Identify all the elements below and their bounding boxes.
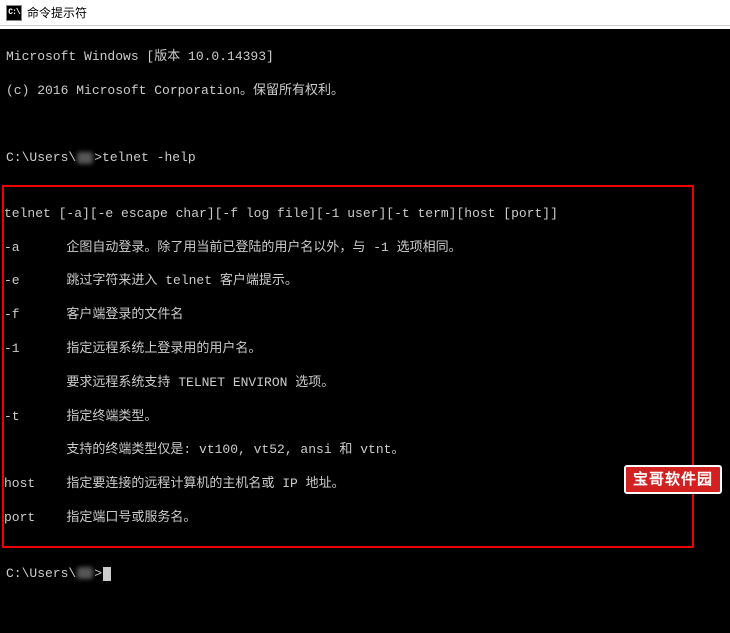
command-text: telnet -help (102, 150, 196, 165)
copyright-line: (c) 2016 Microsoft Corporation。保留所有权利。 (6, 83, 724, 100)
help-opt-1b: 要求远程系统支持 TELNET ENVIRON 选项。 (4, 375, 692, 392)
cmd-icon: C:\ (6, 5, 22, 21)
help-usage: telnet [-a][-e escape char][-f log file]… (4, 206, 692, 223)
redacted-username (77, 152, 93, 164)
window-titlebar: C:\ 命令提示符 (0, 0, 730, 26)
prompt-line-1: C:\Users\ >telnet -help (6, 150, 724, 167)
version-line: Microsoft Windows [版本 10.0.14393] (6, 49, 724, 66)
help-opt-e: -e 跳过字符来进入 telnet 客户端提示。 (4, 273, 692, 290)
terminal-area[interactable]: Microsoft Windows [版本 10.0.14393] (c) 20… (0, 26, 730, 500)
redacted-username-2 (77, 567, 93, 579)
watermark-badge: 宝哥软件园 (624, 465, 722, 495)
help-opt-1: -1 指定远程系统上登录用的用户名。 (4, 341, 692, 358)
help-opt-port: port 指定端口号或服务名。 (4, 510, 692, 527)
cmd-icon-text: C:\ (8, 8, 19, 17)
blank-line (6, 116, 724, 133)
help-output-box: telnet [-a][-e escape char][-f log file]… (2, 185, 694, 548)
prompt-prefix: C:\Users\ (6, 150, 76, 165)
help-opt-f: -f 客户端登录的文件名 (4, 307, 692, 324)
help-opt-t: -t 指定终端类型。 (4, 409, 692, 426)
prompt-suffix: > (94, 150, 102, 165)
prompt-suffix-2: > (94, 566, 102, 581)
help-opt-tb: 支持的终端类型仅是: vt100, vt52, ansi 和 vtnt。 (4, 442, 692, 459)
prompt-prefix-2: C:\Users\ (6, 566, 76, 581)
window-title: 命令提示符 (27, 4, 87, 21)
cursor[interactable] (103, 567, 111, 581)
prompt-line-2: C:\Users\ > (6, 566, 724, 583)
help-opt-a: -a 企图自动登录。除了用当前已登陆的用户名以外，与 -1 选项相同。 (4, 240, 692, 257)
help-opt-host: host 指定要连接的远程计算机的主机名或 IP 地址。 (4, 476, 692, 493)
